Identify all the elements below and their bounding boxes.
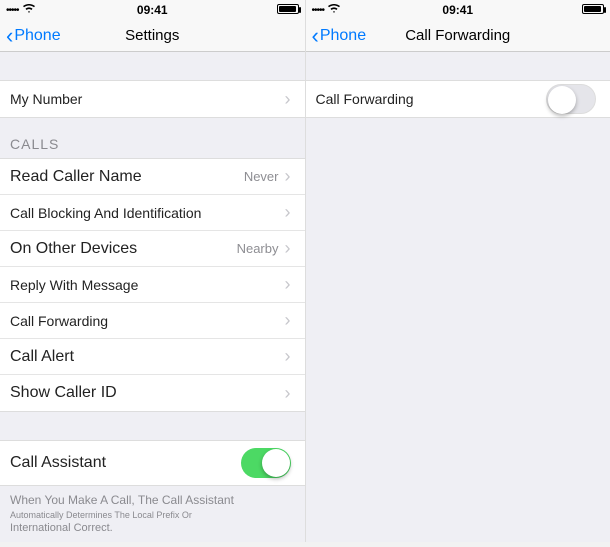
chevron-left-icon: ‹ [312,25,319,47]
battery-icon [582,4,604,17]
call-blocking-row[interactable]: Call Blocking And Identification › [0,195,305,231]
reply-with-message-row[interactable]: Reply With Message › [0,267,305,303]
status-time: 09:41 [442,3,473,17]
my-number-group: My Number › [0,80,305,118]
back-button[interactable]: ‹ Phone [312,25,367,47]
page-title: Call Forwarding [405,27,510,44]
row-label: Call Forwarding [316,91,547,107]
signal-dots: ••••• [6,5,19,16]
chevron-right-icon: › [285,274,291,295]
status-bar: ••••• 09:41 [306,0,610,20]
my-number-row[interactable]: My Number › [0,81,305,117]
left-pane: ••••• 09:41 ‹ Phone Settings My Number ›… [0,0,306,542]
back-label: Phone [320,27,366,45]
battery-icon [277,4,299,17]
row-label: My Number [10,91,285,107]
nav-bar: ‹ Phone Settings [0,20,305,52]
chevron-right-icon: › [285,166,291,187]
chevron-right-icon: › [285,310,291,331]
call-assistant-row: Call Assistant [0,441,305,485]
call-assistant-footer: When You Make A Call, The Call Assistant… [0,486,305,547]
call-forwarding-toggle-row: Call Forwarding [306,81,610,117]
row-label: Read Caller Name [10,168,244,186]
wifi-icon [328,4,340,17]
read-caller-name-row[interactable]: Read Caller Name Never › [0,159,305,195]
row-label: Show Caller ID [10,384,285,402]
back-button[interactable]: ‹ Phone [6,25,61,47]
row-value: Never [244,169,279,184]
call-alert-row[interactable]: Call Alert › [0,339,305,375]
back-label: Phone [14,27,60,45]
right-pane: ••••• 09:41 ‹ Phone Call Forwarding Call… [306,0,610,542]
nav-bar: ‹ Phone Call Forwarding [306,20,610,52]
chevron-right-icon: › [285,346,291,367]
chevron-left-icon: ‹ [6,25,13,47]
calls-group: Read Caller Name Never › Call Blocking A… [0,158,305,412]
forwarding-group: Call Forwarding [306,80,610,118]
call-assistant-toggle[interactable] [241,448,291,478]
status-bar: ••••• 09:41 [0,0,305,20]
row-label: Call Blocking And Identification [10,205,285,221]
status-time: 09:41 [137,3,168,17]
show-caller-id-row[interactable]: Show Caller ID › [0,375,305,411]
row-value: Nearby [237,241,279,256]
row-label: Call Assistant [10,454,241,472]
chevron-right-icon: › [285,202,291,223]
chevron-right-icon: › [285,89,291,110]
wifi-icon [23,4,35,17]
call-forwarding-toggle[interactable] [546,84,596,114]
on-other-devices-row[interactable]: On Other Devices Nearby › [0,231,305,267]
signal-dots: ••••• [312,5,325,16]
calls-section-header: CALLS [0,118,305,158]
chevron-right-icon: › [285,238,291,259]
row-label: Reply With Message [10,277,285,293]
row-label: Call Alert [10,348,285,366]
page-title: Settings [125,27,179,44]
call-forwarding-row[interactable]: Call Forwarding › [0,303,305,339]
row-label: On Other Devices [10,240,237,258]
call-assistant-group: Call Assistant [0,440,305,486]
chevron-right-icon: › [285,383,291,404]
row-label: Call Forwarding [10,313,285,329]
